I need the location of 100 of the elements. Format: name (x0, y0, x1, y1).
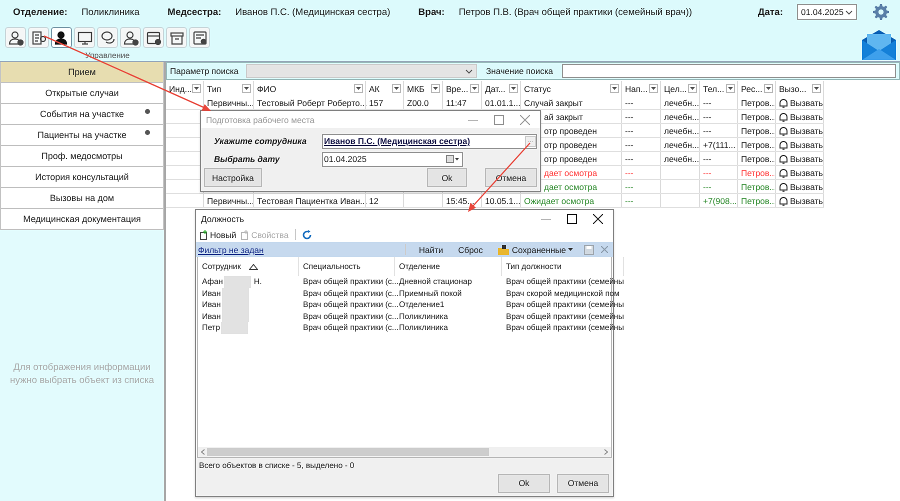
table-cell: Врач общей практики (семейны (506, 323, 624, 332)
employee-link[interactable]: Иванов П.С. (Медицинская сестра) (323, 136, 470, 146)
scroll-left-icon[interactable] (201, 449, 205, 455)
refresh-icon[interactable] (302, 230, 312, 240)
chat-button[interactable] (97, 27, 118, 48)
sidebar-item[interactable]: Проф. медосмотры (0, 146, 164, 167)
blur-patch (221, 322, 248, 334)
call-button[interactable]: Вызвать (779, 168, 823, 178)
table-cell: --- (625, 140, 634, 150)
column-header[interactable]: Вызо... (779, 84, 806, 94)
column-header[interactable]: АК (369, 84, 380, 94)
column-header[interactable]: Тел... (703, 84, 724, 94)
reset-button[interactable]: Сброс (454, 244, 487, 254)
filter-button[interactable] (764, 84, 773, 93)
caret-icon (568, 248, 573, 251)
status-text: Всего объектов в списке - 5, выделено - 0 (196, 458, 613, 470)
table-cell: Тестовая Пациентка Иван... (257, 196, 368, 206)
column-header[interactable]: Цел... (664, 84, 687, 94)
sidebar-item[interactable]: События на участке (0, 104, 164, 125)
ok-button[interactable]: Ok (498, 474, 550, 492)
document-button[interactable] (28, 27, 49, 48)
search-field[interactable] (562, 64, 896, 78)
filter-button[interactable] (354, 84, 363, 93)
caret-icon (651, 87, 656, 90)
filter-button[interactable] (242, 84, 251, 93)
filter-button[interactable] (392, 84, 401, 93)
chevron-icon (845, 10, 853, 14)
call-button[interactable]: Вызвать (779, 154, 823, 164)
scrollbar-thumb[interactable] (207, 448, 489, 456)
column-header[interactable]: Рес... (741, 84, 762, 94)
call-button[interactable]: Вызвать (779, 112, 823, 122)
table-cell: Петров... (741, 182, 777, 192)
monitor-button[interactable] (74, 27, 95, 48)
column-header[interactable]: Нап... (625, 84, 648, 94)
sidebar-item[interactable]: Пациенты на участке (0, 125, 164, 146)
cancel-button[interactable]: Отмена (557, 474, 609, 492)
user-button[interactable] (51, 27, 72, 48)
filter-button[interactable] (431, 84, 440, 93)
filter-button[interactable] (726, 84, 735, 93)
column-header[interactable]: Специальность (303, 262, 361, 271)
filter-link[interactable]: Фильтр не задан (198, 244, 264, 254)
table-cell: отр проведен (544, 140, 597, 150)
column-header[interactable]: Вре... (446, 84, 468, 94)
settings-button[interactable]: Настройка (204, 168, 262, 187)
sidebar-item[interactable]: Прием (0, 62, 164, 83)
table-cell: Петров... (741, 112, 777, 122)
column-header[interactable]: Отделение (399, 262, 440, 271)
table-cell: Петр (202, 323, 220, 332)
caret-icon (194, 87, 199, 90)
table-cell: ай закрыт (544, 112, 583, 122)
close-icon[interactable] (593, 214, 603, 224)
column-header[interactable]: МКБ (407, 84, 425, 94)
field-value: Иванов П.С. (Медицинская сестра) (235, 6, 390, 18)
call-button[interactable]: Вызвать (779, 196, 823, 206)
filter-button[interactable] (688, 84, 697, 93)
date-picker[interactable]: 01.04.2025 (797, 4, 857, 20)
sort-icon[interactable] (248, 264, 258, 270)
column-header[interactable]: Сотрудник (202, 262, 241, 271)
caret-icon (612, 87, 617, 90)
column-header[interactable]: Инд... (169, 84, 192, 94)
filter-button[interactable] (812, 84, 821, 93)
table-cell: Афан (202, 277, 223, 286)
sidebar-item[interactable]: История консультаций (0, 167, 164, 188)
call-button[interactable]: Вызвать (779, 140, 823, 150)
column-header[interactable]: Статус (524, 84, 551, 94)
call-button[interactable]: Вызвать (779, 126, 823, 136)
maximize-icon[interactable] (567, 214, 577, 224)
search-value-label: Значение поиска (486, 66, 554, 76)
field-value: Поликлиника (81, 6, 140, 18)
empty-message: Для отображения информации нужно выбрать объект из списка (8, 362, 156, 387)
filter-button[interactable] (610, 84, 619, 93)
find-button[interactable]: Найти (414, 244, 448, 254)
column-header[interactable]: ФИО (257, 84, 276, 94)
table-cell: Врач общей практики (семейны (506, 277, 624, 286)
list-button[interactable] (189, 27, 210, 48)
call-button[interactable]: Вызвать (779, 182, 823, 192)
filter-button[interactable] (192, 84, 201, 93)
sidebar-item[interactable]: Вызовы на дом (0, 188, 164, 209)
saved-filters-button[interactable]: Сохраненные (494, 244, 577, 254)
filter-button[interactable] (470, 84, 479, 93)
filter-button[interactable] (649, 84, 658, 93)
new-button[interactable]: Новый (199, 230, 236, 240)
filter-button[interactable] (509, 84, 518, 93)
call-button[interactable]: Вызвать (779, 98, 823, 108)
ok-button[interactable]: Ok (427, 168, 467, 187)
column-header[interactable]: Тип (207, 84, 222, 94)
horizontal-scrollbar[interactable] (198, 447, 611, 457)
settings-icon[interactable] (873, 4, 889, 20)
sidebar-item[interactable]: Открытые случаи (0, 83, 164, 104)
table-cell: Врач общей практики (семейны (506, 312, 624, 321)
archive-button[interactable] (166, 27, 187, 48)
sidebar-item[interactable]: Медицинская документация (0, 209, 164, 230)
scroll-right-icon[interactable] (604, 449, 608, 455)
caret-icon (433, 87, 438, 90)
table-cell: лечебн... (664, 140, 700, 150)
calendar-button[interactable] (143, 27, 164, 48)
column-header[interactable]: Дат... (485, 84, 506, 94)
column-header[interactable]: Тип должности (506, 262, 562, 271)
table-cell: Z00.0 (407, 98, 429, 108)
date-field[interactable]: 01.04.2025 (322, 152, 463, 166)
